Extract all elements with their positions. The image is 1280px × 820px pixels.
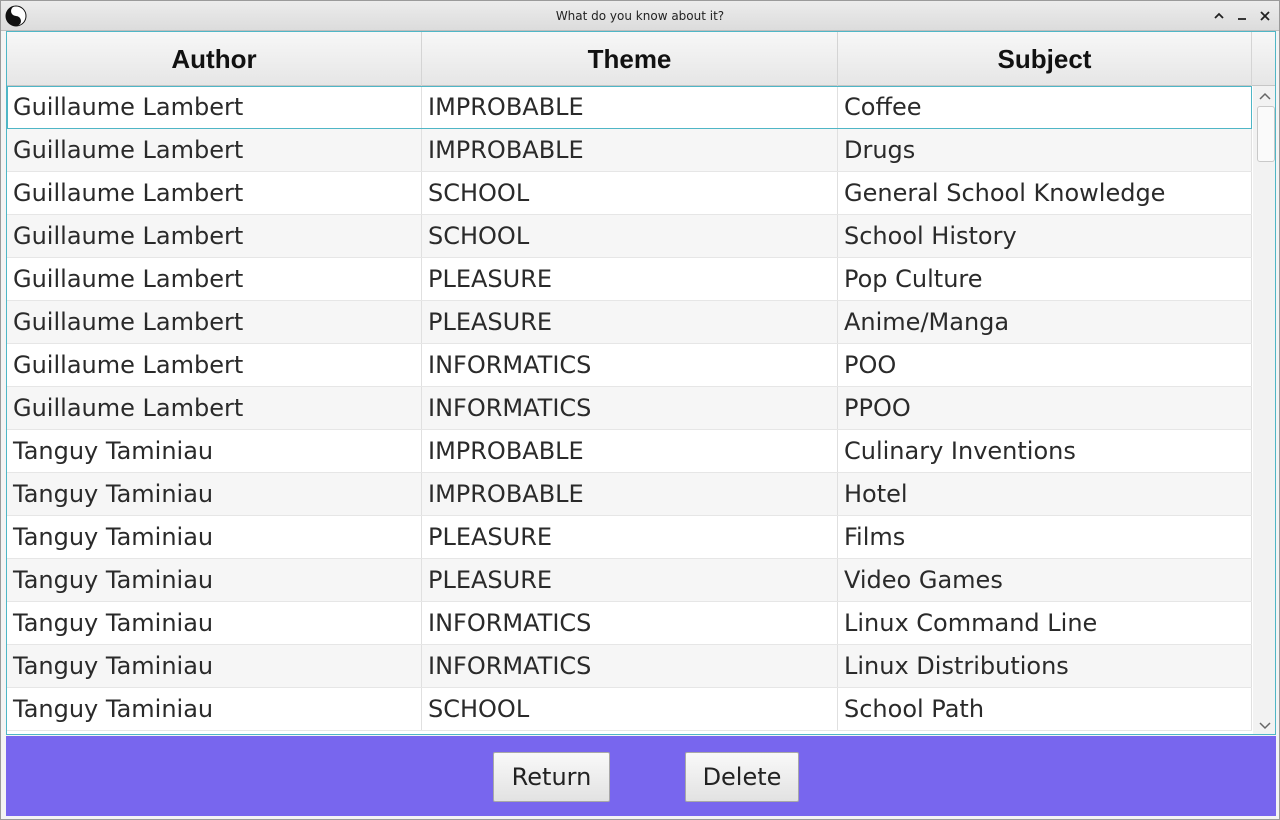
table-row[interactable]: Guillaume Lambert IMPROBABLE Coffee [7, 86, 1252, 129]
cell-author[interactable]: Guillaume Lambert [7, 258, 422, 300]
subjects-table: Author Theme Subject Guillaume Lambert IM… [6, 31, 1276, 735]
cell-theme[interactable]: IMPROBABLE [422, 430, 838, 472]
cell-theme[interactable]: INFORMATICS [422, 387, 838, 429]
cell-author[interactable]: Tanguy Taminiau [7, 602, 422, 644]
table-row[interactable]: Tanguy Taminiau PLEASURE Films [7, 516, 1252, 559]
close-icon [1260, 11, 1270, 21]
cell-subject[interactable]: School History [838, 215, 1252, 257]
cell-theme[interactable]: INFORMATICS [422, 645, 838, 687]
cell-theme[interactable]: SCHOOL [422, 688, 838, 730]
cell-subject[interactable]: PPOO [838, 387, 1252, 429]
delete-button[interactable]: Delete [685, 752, 799, 802]
cell-author[interactable]: Tanguy Taminiau [7, 473, 422, 515]
scrollbar-thumb[interactable] [1257, 106, 1275, 162]
chevron-up-icon [1214, 12, 1224, 19]
scroll-up-button[interactable] [1253, 86, 1275, 106]
cell-author[interactable]: Tanguy Taminiau [7, 688, 422, 730]
table-row[interactable]: Guillaume Lambert PLEASURE Anime/Manga [7, 301, 1252, 344]
cell-subject[interactable]: Anime/Manga [838, 301, 1252, 343]
cell-theme[interactable]: IMPROBABLE [422, 473, 838, 515]
cell-author[interactable]: Guillaume Lambert [7, 86, 422, 128]
cell-theme[interactable]: PLEASURE [422, 258, 838, 300]
table-row[interactable]: Guillaume Lambert IMPROBABLE Drugs [7, 129, 1252, 172]
cell-subject[interactable]: Culinary Inventions [838, 430, 1252, 472]
cell-theme[interactable]: PLEASURE [422, 559, 838, 601]
cell-subject[interactable]: Films [838, 516, 1252, 558]
table-body: Guillaume Lambert IMPROBABLE Coffee Guillau… [7, 86, 1252, 731]
cell-subject[interactable]: Video Games [838, 559, 1252, 601]
cell-theme[interactable]: PLEASURE [422, 301, 838, 343]
minimize-icon [1238, 18, 1246, 20]
cell-author[interactable]: Tanguy Taminiau [7, 559, 422, 601]
cell-author[interactable]: Guillaume Lambert [7, 129, 422, 171]
table-row[interactable]: Guillaume Lambert INFORMATICS POO [7, 344, 1252, 387]
cell-author[interactable]: Guillaume Lambert [7, 301, 422, 343]
title-bar: What do you know about it? [1, 1, 1279, 31]
cell-subject[interactable]: Drugs [838, 129, 1252, 171]
table-row[interactable]: Guillaume Lambert SCHOOL General School Kn… [7, 172, 1252, 215]
header-corner [1252, 32, 1275, 86]
table-row[interactable]: Tanguy Taminiau SCHOOL School Path [7, 688, 1252, 731]
cell-subject[interactable]: General School Knowledge [838, 172, 1252, 214]
table-row[interactable]: Guillaume Lambert INFORMATICS PPOO [7, 387, 1252, 430]
cell-theme[interactable]: IMPROBABLE [422, 129, 838, 171]
cell-theme[interactable]: INFORMATICS [422, 344, 838, 386]
cell-author[interactable]: Guillaume Lambert [7, 172, 422, 214]
cell-author[interactable]: Guillaume Lambert [7, 344, 422, 386]
cell-subject[interactable]: School Path [838, 688, 1252, 730]
table-header: Author Theme Subject [7, 32, 1252, 86]
column-header-author[interactable]: Author [7, 32, 422, 86]
table-row[interactable]: Tanguy Taminiau INFORMATICS Linux Command … [7, 602, 1252, 645]
column-header-subject[interactable]: Subject [838, 32, 1252, 86]
table-row[interactable]: Tanguy Taminiau INFORMATICS Linux Distribu… [7, 645, 1252, 688]
window-title: What do you know about it? [555, 9, 725, 23]
table-row[interactable]: Tanguy Taminiau PLEASURE Video Games [7, 559, 1252, 602]
table-row[interactable]: Tanguy Taminiau IMPROBABLE Hotel [7, 473, 1252, 516]
table-row[interactable]: Guillaume Lambert SCHOOL School History [7, 215, 1252, 258]
cell-theme[interactable]: IMPROBABLE [422, 86, 838, 128]
return-button[interactable]: Return [493, 752, 610, 802]
cell-theme[interactable]: PLEASURE [422, 516, 838, 558]
cell-subject[interactable]: Linux Command Line [838, 602, 1252, 644]
cell-author[interactable]: Tanguy Taminiau [7, 516, 422, 558]
minimize-button[interactable] [1233, 7, 1251, 25]
chevron-down-icon [1259, 722, 1271, 730]
maximize-button[interactable] [1210, 7, 1228, 25]
vertical-scrollbar[interactable] [1253, 86, 1275, 734]
button-bar: Return Delete [6, 736, 1276, 816]
column-header-theme[interactable]: Theme [422, 32, 838, 86]
table-row[interactable]: Tanguy Taminiau IMPROBABLE Culinary Invent… [7, 430, 1252, 473]
cell-subject[interactable]: Pop Culture [838, 258, 1252, 300]
app-window: What do you know about it? Author Theme … [0, 0, 1280, 820]
cell-author[interactable]: Guillaume Lambert [7, 215, 422, 257]
cell-author[interactable]: Tanguy Taminiau [7, 645, 422, 687]
cell-theme[interactable]: SCHOOL [422, 215, 838, 257]
cell-subject[interactable]: Hotel [838, 473, 1252, 515]
cell-theme[interactable]: SCHOOL [422, 172, 838, 214]
chevron-up-icon [1259, 92, 1271, 100]
cell-theme[interactable]: INFORMATICS [422, 602, 838, 644]
cell-subject[interactable]: Linux Distributions [838, 645, 1252, 687]
cell-subject[interactable]: POO [838, 344, 1252, 386]
cell-author[interactable]: Guillaume Lambert [7, 387, 422, 429]
cell-author[interactable]: Tanguy Taminiau [7, 430, 422, 472]
table-row[interactable]: Guillaume Lambert PLEASURE Pop Culture [7, 258, 1252, 301]
close-button[interactable] [1256, 7, 1274, 25]
cell-subject[interactable]: Coffee [838, 86, 1252, 128]
scroll-down-button[interactable] [1253, 716, 1275, 734]
